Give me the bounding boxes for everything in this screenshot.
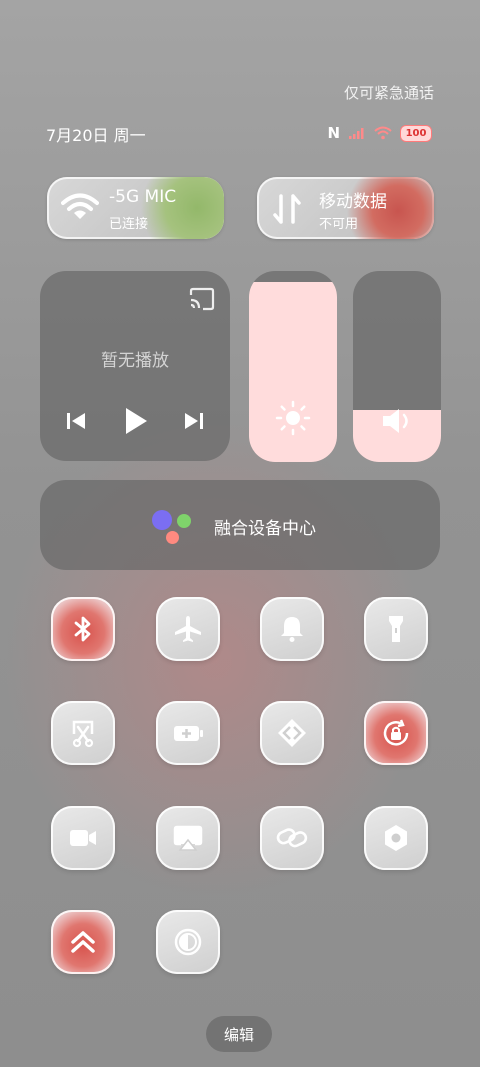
- wifi-toggle-pill[interactable]: -5G MIC 已连接: [47, 177, 224, 239]
- bluetooth-toggle[interactable]: [51, 597, 115, 661]
- mobile-data-toggle-pill[interactable]: 移动数据 不可用: [257, 177, 434, 239]
- cast-icon[interactable]: [188, 287, 216, 311]
- device-center-card[interactable]: 融合设备中心: [40, 480, 440, 570]
- dark-mode-icon: [174, 928, 202, 956]
- screenshot-cut-icon: [72, 720, 94, 748]
- flashlight-toggle[interactable]: [364, 597, 428, 661]
- media-player-card[interactable]: 暂无播放: [40, 271, 230, 461]
- settings-toggle[interactable]: [364, 806, 428, 870]
- status-icons: N 100: [327, 124, 432, 142]
- play-icon[interactable]: [120, 405, 150, 437]
- logo-dot-pink: [166, 531, 179, 544]
- signal-icon: [349, 128, 364, 139]
- rotation-lock-icon: [383, 719, 409, 746]
- screenshot-toggle[interactable]: [51, 701, 115, 765]
- previous-track-icon[interactable]: [64, 409, 88, 433]
- sun-icon: [275, 400, 311, 436]
- nfc-icon: N: [327, 124, 340, 142]
- next-track-icon[interactable]: [182, 409, 206, 433]
- cast-screen-icon: [173, 825, 203, 851]
- battery-indicator: 100: [400, 124, 432, 142]
- link-icon: [276, 828, 308, 848]
- date-text: 7月20日 周一: [46, 126, 146, 145]
- wifi-icon: [61, 193, 99, 219]
- nearby-share-toggle[interactable]: [260, 701, 324, 765]
- brightness-slider[interactable]: [249, 271, 337, 462]
- media-state-text: 暂无播放: [101, 351, 169, 371]
- bluetooth-icon: [74, 616, 91, 642]
- link-toggle[interactable]: [260, 806, 324, 870]
- mobile-data-status: 不可用: [319, 217, 359, 232]
- logo-dot-green: [177, 514, 191, 528]
- speaker-icon: [383, 409, 408, 433]
- double-chevron-up-icon: [71, 931, 95, 953]
- device-center-label: 融合设备中心: [214, 519, 316, 539]
- bell-icon: [281, 617, 303, 642]
- flashlight-icon: [389, 616, 403, 642]
- screen-cast-toggle[interactable]: [156, 806, 220, 870]
- wifi-network-name: -5G MIC: [109, 187, 177, 207]
- wifi-status-text: 已连接: [109, 217, 149, 232]
- logo-dot-blue: [152, 510, 172, 530]
- settings-hex-icon: [385, 825, 407, 851]
- edit-button[interactable]: 编辑: [206, 1016, 272, 1052]
- mobile-data-icon: [273, 194, 301, 224]
- screen-record-icon: [70, 830, 96, 846]
- emergency-calls-only-text: 仅可紧急通话: [343, 84, 434, 102]
- device-center-logo-icon: [152, 508, 196, 544]
- airplane-mode-toggle[interactable]: [156, 597, 220, 661]
- rotation-lock-toggle[interactable]: [364, 701, 428, 765]
- volume-slider[interactable]: [353, 271, 441, 462]
- battery-saver-icon: [174, 726, 203, 741]
- performance-mode-toggle[interactable]: [51, 910, 115, 974]
- nearby-share-icon: [278, 719, 306, 747]
- ring-mode-toggle[interactable]: [260, 597, 324, 661]
- mobile-data-title: 移动数据: [319, 192, 387, 212]
- airplane-icon: [175, 616, 201, 642]
- battery-saver-toggle[interactable]: [156, 701, 220, 765]
- dark-mode-toggle[interactable]: [156, 910, 220, 974]
- screen-record-toggle[interactable]: [51, 806, 115, 870]
- wifi-status-icon: [374, 126, 392, 140]
